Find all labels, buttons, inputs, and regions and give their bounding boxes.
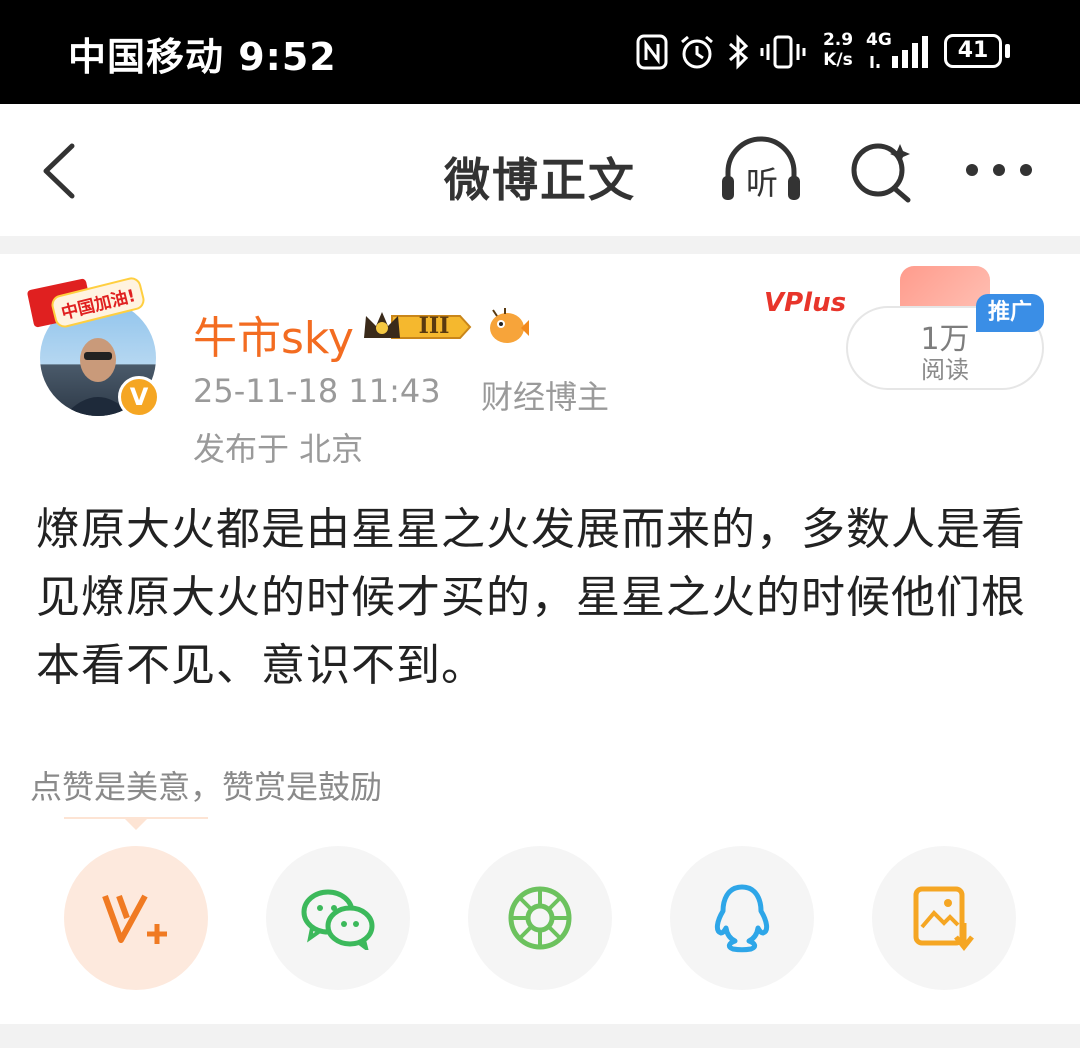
vplus-logo: VPlus [764,288,847,318]
qq-share-button[interactable] [670,846,814,990]
reads-label: 阅读 [921,356,969,384]
bluetooth-icon [729,34,749,70]
more-icon[interactable] [964,162,1034,178]
wechat-icon [301,889,375,950]
tooltip-arrow [124,818,148,830]
promo-badge[interactable]: 推广 [976,294,1044,332]
carrier-time: 中国移动 9:52 [68,35,337,79]
battery-icon: 41 [944,34,1002,68]
level-label: III [418,313,450,339]
page-title: 微博正文 [444,153,636,207]
verified-badge-icon: V [118,376,160,418]
nav-bar: 微博正文 听 [0,104,1080,236]
moments-share-button[interactable] [468,846,612,990]
save-image-icon [913,886,974,951]
alarm-icon [681,35,713,69]
battery-tip [1005,44,1010,58]
listen-button[interactable]: 听 [718,136,804,206]
network-speed: 2.9 K/s [818,30,858,70]
vplus-share-button[interactable] [64,846,208,990]
post-location: 发布于 北京 [193,430,364,468]
post-time: 25-11-18 11:43 [193,372,441,410]
section-divider [0,236,1080,254]
user-role: 财经博主 [481,378,610,416]
status-bar: 中国移动 9:52 2.9 K/s 4G 41 [0,0,1080,104]
nfc-icon [636,34,668,70]
vibrate-icon [760,35,806,69]
wechat-share-button[interactable] [266,846,410,990]
qq-icon [714,884,770,953]
moments-icon [508,886,572,950]
network-speed-value: 2.9 [822,30,854,50]
save-image-share-button[interactable] [872,846,1016,990]
network-speed-unit: K/s [823,50,853,70]
reward-hint: 点赞是美意，赞赏是鼓励 [30,768,383,806]
username[interactable]: 牛市sky [193,302,354,366]
post-content: 燎原大火都是由星星之火发展而来的，多数人是看见燎原大火的时候才买的，星星之火的时… [36,504,1026,691]
bottom-divider [0,1024,1080,1048]
search-icon[interactable] [848,138,914,204]
fish-emoji-icon [490,308,529,343]
signal-icon [870,36,928,68]
listen-label: 听 [745,164,778,202]
member-level-badge[interactable]: III [362,308,474,346]
vplus-icon [102,894,167,944]
